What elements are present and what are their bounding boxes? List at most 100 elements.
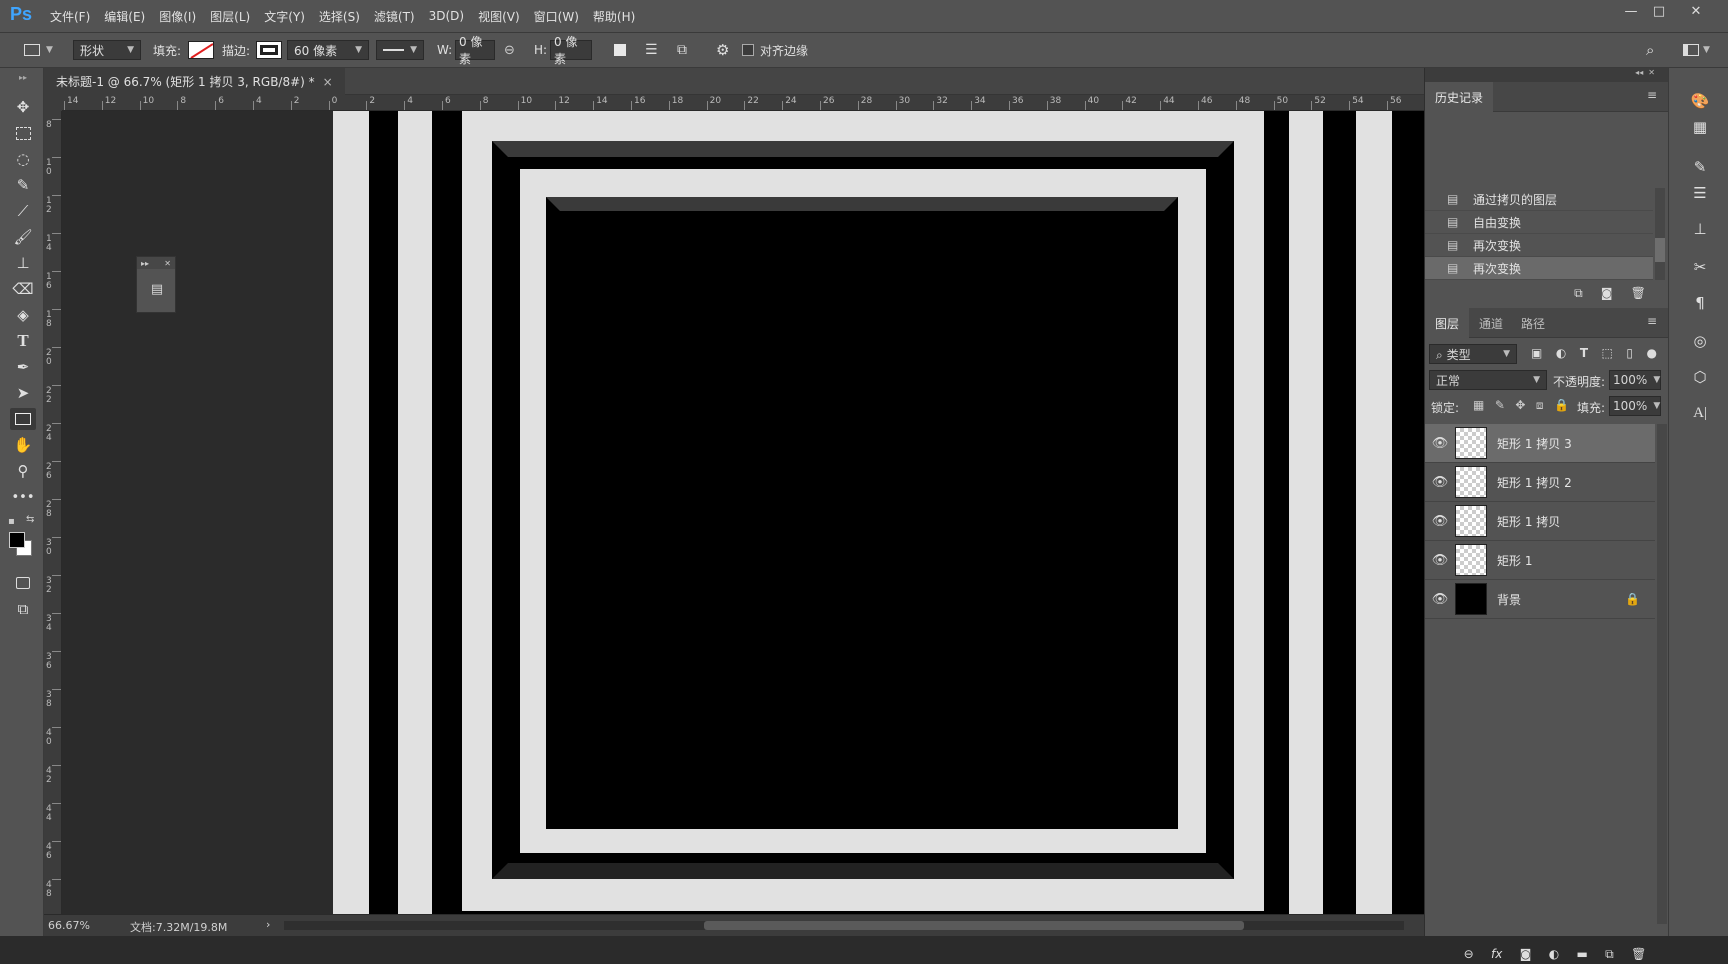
- minimize-button[interactable]: —: [1620, 4, 1642, 24]
- collapse-icon[interactable]: ◂◂: [1635, 68, 1643, 77]
- mask-icon[interactable]: ◙: [1520, 947, 1532, 961]
- adjustment-filter-icon[interactable]: ◐: [1556, 346, 1566, 364]
- swatches-panel-icon[interactable]: ▦: [1689, 116, 1711, 138]
- path-select-tool-icon[interactable]: ➤: [10, 382, 36, 404]
- brush-panel-icon[interactable]: ✎: [1689, 156, 1711, 178]
- maximize-button[interactable]: □: [1648, 4, 1670, 24]
- lasso-tool-icon[interactable]: ◌: [10, 148, 36, 170]
- align-edges-checkbox[interactable]: 对齐边缘: [742, 39, 808, 61]
- visibility-eye-icon[interactable]: 👁: [1425, 553, 1455, 568]
- history-scrollbar[interactable]: [1655, 188, 1665, 280]
- paragraph-panel-icon[interactable]: ¶: [1689, 292, 1711, 314]
- history-item[interactable]: ▤ 通过拷贝的图层: [1425, 188, 1653, 211]
- move-tool-icon[interactable]: ✥: [10, 96, 36, 118]
- zoom-tool-icon[interactable]: ⚲: [10, 460, 36, 482]
- shape-filter-icon[interactable]: ⬚: [1602, 346, 1613, 364]
- marquee-tool-icon[interactable]: [10, 122, 36, 144]
- opacity-input[interactable]: 100% ▼: [1609, 370, 1661, 390]
- brush-tool-icon[interactable]: 🖌: [10, 226, 36, 248]
- tab-paths[interactable]: 路径: [1511, 308, 1555, 338]
- lock-position-icon[interactable]: ✥: [1515, 398, 1525, 416]
- path-alignment-icon[interactable]: ☰: [645, 39, 658, 61]
- quick-mask-icon[interactable]: [10, 572, 36, 594]
- filter-toggle-icon[interactable]: ●: [1646, 346, 1656, 364]
- history-item[interactable]: ▤ 再次变换: [1425, 234, 1653, 257]
- fill-input[interactable]: 100% ▼: [1609, 396, 1661, 416]
- menu-view[interactable]: 视图(V): [478, 8, 520, 25]
- close-icon[interactable]: ✕: [1648, 68, 1655, 77]
- stroke-swatch[interactable]: [256, 39, 282, 61]
- menu-filter[interactable]: 滤镜(T): [374, 8, 415, 25]
- screen-mode-icon[interactable]: ⧉: [10, 598, 36, 620]
- properties-panel-icon[interactable]: ▤: [147, 279, 167, 299]
- smart-object-filter-icon[interactable]: ▯: [1626, 346, 1633, 364]
- tab-history[interactable]: 历史记录: [1425, 82, 1494, 112]
- document-tab[interactable]: 未标题-1 @ 66.7% (矩形 1 拷贝 3, RGB/8#) * ×: [44, 68, 345, 95]
- layer-row-background[interactable]: 👁 背景 🔒: [1425, 580, 1655, 619]
- rectangle-tool-icon[interactable]: [10, 408, 36, 430]
- collapse-icon[interactable]: ▸▸: [10, 72, 36, 82]
- panel-menu-icon[interactable]: ≡: [1647, 314, 1657, 328]
- scrollbar-thumb[interactable]: [1655, 238, 1665, 262]
- gear-icon[interactable]: ⚙: [716, 39, 729, 61]
- horizontal-scrollbar[interactable]: [284, 921, 1404, 930]
- new-layer-icon[interactable]: ⧉: [1605, 947, 1614, 962]
- path-arrangement-icon[interactable]: ⧉: [677, 39, 687, 61]
- close-tab-icon[interactable]: ×: [323, 75, 333, 89]
- hand-tool-icon[interactable]: ✋: [10, 434, 36, 456]
- clone-source-panel-icon[interactable]: ⊥: [1689, 218, 1711, 240]
- link-icon[interactable]: ⊖: [504, 39, 515, 61]
- lock-all-icon[interactable]: 🔒: [1554, 398, 1569, 416]
- visibility-eye-icon[interactable]: 👁: [1425, 475, 1455, 490]
- pen-tool-icon[interactable]: ✒: [10, 356, 36, 378]
- expand-icon[interactable]: ▸▸: [141, 259, 149, 268]
- link-icon[interactable]: ⊖: [1464, 947, 1474, 961]
- visibility-eye-icon[interactable]: 👁: [1425, 592, 1455, 607]
- close-window-button[interactable]: ✕: [1685, 4, 1707, 24]
- width-input[interactable]: 0 像素: [455, 35, 495, 66]
- folder-icon[interactable]: ▬: [1577, 947, 1588, 961]
- visibility-eye-icon[interactable]: 👁: [1425, 436, 1455, 451]
- color-panel-icon[interactable]: 🎨: [1689, 90, 1711, 112]
- more-tools-icon[interactable]: •••: [10, 486, 36, 508]
- fill-swatch[interactable]: [188, 39, 214, 61]
- menu-file[interactable]: 文件(F): [50, 8, 90, 25]
- layers-scrollbar[interactable]: [1657, 424, 1667, 924]
- search-icon[interactable]: ⌕: [1646, 39, 1654, 61]
- tool-preset-picker[interactable]: ▼: [24, 39, 53, 61]
- visibility-eye-icon[interactable]: 👁: [1425, 514, 1455, 529]
- new-document-from-state-icon[interactable]: ⧉: [1574, 286, 1583, 304]
- paint-bucket-tool-icon[interactable]: ◈: [10, 304, 36, 326]
- trash-icon[interactable]: 🗑: [1631, 286, 1646, 304]
- canvas-workspace[interactable]: ▸▸ ✕ ▤: [62, 111, 1424, 914]
- history-item[interactable]: ▤ 自由变换: [1425, 211, 1653, 234]
- workspace-icon[interactable]: ▼: [1683, 39, 1710, 61]
- menu-3d[interactable]: 3D(D): [429, 9, 464, 23]
- layer-row-selected[interactable]: 👁 矩形 1 拷贝 3: [1425, 424, 1655, 463]
- layer-row[interactable]: 👁 矩形 1 拷贝: [1425, 502, 1655, 541]
- adjustments-panel-icon[interactable]: ☰: [1689, 182, 1711, 204]
- layer-row[interactable]: 👁 矩形 1 拷贝 2: [1425, 463, 1655, 502]
- default-colors-icon[interactable]: ▪: [8, 516, 15, 527]
- pixel-filter-icon[interactable]: ▣: [1531, 346, 1542, 364]
- height-input[interactable]: 0 像素: [550, 35, 592, 66]
- type-filter-icon[interactable]: T: [1580, 346, 1588, 364]
- menu-edit[interactable]: 编辑(E): [104, 8, 145, 25]
- close-icon[interactable]: ✕: [164, 259, 171, 268]
- camera-icon[interactable]: ◙: [1601, 286, 1613, 304]
- lock-pixels-icon[interactable]: ✎: [1495, 398, 1505, 416]
- menu-image[interactable]: 图像(I): [159, 8, 196, 25]
- adjustment-icon[interactable]: ◐: [1549, 947, 1559, 961]
- path-operations-icon[interactable]: [614, 39, 626, 61]
- fx-icon[interactable]: fx: [1491, 947, 1502, 961]
- menu-help[interactable]: 帮助(H): [593, 8, 635, 25]
- clone-stamp-tool-icon[interactable]: ⊥: [10, 252, 36, 274]
- layer-filter-dropdown[interactable]: ⌕ 类型 ▼: [1429, 344, 1517, 364]
- mode-dropdown[interactable]: 形状 ▼: [73, 39, 141, 61]
- type-tool-icon[interactable]: T: [10, 330, 36, 352]
- panel-menu-icon[interactable]: ≡: [1647, 88, 1657, 102]
- stroke-width-input[interactable]: 60 像素 ▼: [287, 39, 369, 61]
- menu-type[interactable]: 文字(Y): [264, 8, 305, 25]
- swap-colors-icon[interactable]: ⇆: [26, 514, 34, 525]
- menu-layer[interactable]: 图层(L): [210, 8, 250, 25]
